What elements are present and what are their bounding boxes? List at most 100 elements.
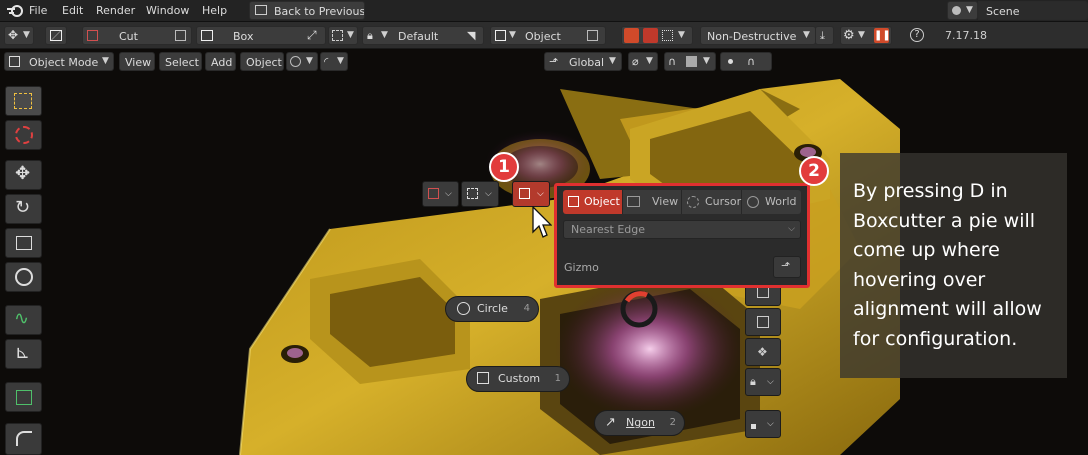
chevron-down-icon: ⌵ xyxy=(767,377,774,387)
default-behavior-dropdown[interactable]: 🔒︎ ▼ Default ◥ xyxy=(362,26,484,45)
scene-name-label: Scene xyxy=(986,5,1020,18)
snapping-toggle[interactable]: ▼ xyxy=(621,26,693,45)
add-cube-tool[interactable] xyxy=(5,382,42,412)
chevron-down-icon: ⌵ xyxy=(767,419,774,429)
chevron-down-icon: ▼ xyxy=(803,30,810,40)
snap-dropdown[interactable]: ∩ ▼ xyxy=(664,52,716,71)
boxcutter-tool-icon-button[interactable] xyxy=(45,26,67,45)
corner-icon xyxy=(757,316,769,328)
menu-file[interactable]: File xyxy=(29,0,47,21)
alignment-label: Object xyxy=(525,30,561,43)
measure-tool[interactable]: ⊾ xyxy=(5,339,42,369)
select-box-icon xyxy=(14,93,32,109)
pivot-dropdown[interactable]: ⌀ ▼ xyxy=(628,52,658,71)
object-align-icon xyxy=(495,30,506,41)
move-tool[interactable]: ✥ xyxy=(5,160,42,190)
menu-window[interactable]: Window xyxy=(146,0,189,21)
pencil-icon: ∿ xyxy=(14,308,30,329)
transform-orientation-dropdown[interactable]: ⬏ Global ▼ xyxy=(544,52,622,71)
select-box-tool[interactable] xyxy=(5,86,42,116)
transform-tool[interactable] xyxy=(5,262,42,292)
proportional-edit-dropdown[interactable]: ∩ xyxy=(720,52,772,71)
back-to-previous-button[interactable]: Back to Previous xyxy=(249,1,365,20)
help-icon[interactable]: ? xyxy=(910,28,924,42)
pie-right-option-2[interactable] xyxy=(745,308,781,336)
shape-dropdown[interactable]: Box ⤢ xyxy=(196,26,326,45)
settings-dropdown[interactable]: ⚙ ▼ ❚❚ xyxy=(840,26,892,45)
menu-help[interactable]: Help xyxy=(202,0,227,21)
top-menu-bar: File Edit Render Window Help Back to Pre… xyxy=(0,0,1088,22)
move-icon: ✥ xyxy=(15,163,31,184)
blender-logo-icon[interactable] xyxy=(6,3,24,18)
custom-label: Custom xyxy=(498,372,541,385)
curve-dropdown[interactable]: ◜ ▼ xyxy=(320,52,348,71)
scale-tool[interactable] xyxy=(5,228,42,258)
boxcutter-corner-icon xyxy=(16,431,32,446)
pie-custom-option[interactable]: Custom 1 xyxy=(466,366,570,392)
info-annotation-box: By pressing D in Boxcutter a pie will co… xyxy=(840,153,1067,378)
scene-selector-button[interactable]: ▼ xyxy=(947,1,978,20)
pie-alignment-button[interactable]: ⌵ xyxy=(512,181,550,207)
magnet-icon xyxy=(624,28,639,43)
cursor-icon xyxy=(15,126,33,144)
chevron-down-icon: ⌵ xyxy=(788,224,795,234)
menu-object-label: Object xyxy=(246,56,282,69)
globe-icon xyxy=(747,196,759,208)
callout-badge-1: 1 xyxy=(489,152,519,182)
menu-edit[interactable]: Edit xyxy=(62,0,83,21)
boxcutter-tool[interactable] xyxy=(5,423,42,455)
cut-mode-label: Cut xyxy=(119,30,138,43)
transform-icon xyxy=(15,268,33,286)
menu-render[interactable]: Render xyxy=(96,0,135,21)
object-mode-label: Object Mode xyxy=(29,56,99,69)
dot-square-icon xyxy=(751,424,756,429)
menu-object[interactable]: Object xyxy=(240,52,284,71)
grid-snap-icon xyxy=(643,28,658,43)
pie-circle-option[interactable]: Circle 4 xyxy=(445,296,539,322)
chevron-down-icon: ▼ xyxy=(703,56,710,66)
segment-world[interactable]: World xyxy=(742,190,801,214)
segment-cursor[interactable]: Cursor xyxy=(682,190,742,214)
gizmo-label: Gizmo xyxy=(564,261,599,274)
scene-name-field[interactable]: Scene xyxy=(978,1,1088,20)
cut-options-icon xyxy=(175,30,186,41)
ngon-shortcut: 2 xyxy=(669,417,676,428)
pie-right-option-3[interactable]: ❖ xyxy=(745,338,781,366)
lock-icon: 🔒︎ xyxy=(750,375,756,388)
axis-icon: ⬏ xyxy=(549,55,559,68)
gizmo-toggle-button[interactable]: ⬏ xyxy=(773,256,801,278)
segment-object[interactable]: Object xyxy=(563,190,623,214)
nearest-edge-dropdown[interactable]: Nearest Edge ⌵ xyxy=(563,220,801,239)
version-label: 7.17.18 xyxy=(945,29,987,42)
annotate-tool[interactable]: ∿ xyxy=(5,305,42,335)
apply-button[interactable]: ⤓ xyxy=(815,26,834,45)
alignment-dropdown[interactable]: ▼ Object xyxy=(490,26,606,45)
rotate-tool[interactable]: ↻ xyxy=(5,194,42,224)
pie-origin-button[interactable]: ⌵ xyxy=(461,181,499,207)
editor-type-button[interactable]: ✥ ▼ xyxy=(4,26,34,45)
boxcutter-icon xyxy=(50,30,62,41)
pie-cutmode-button[interactable]: ⌵ xyxy=(422,181,459,207)
segment-cursor-label: Cursor xyxy=(705,195,742,208)
menu-view[interactable]: View xyxy=(119,52,155,71)
nearest-edge-label: Nearest Edge xyxy=(571,223,646,236)
menu-add[interactable]: Add xyxy=(205,52,236,71)
mode-dropdown[interactable]: Non-Destructive ▼ xyxy=(700,26,816,45)
pie-ngon-option[interactable]: ↗ Ngon 2 xyxy=(594,410,685,436)
pie-bottom-dropdown[interactable]: ⌵ xyxy=(745,410,781,438)
overlay-dropdown[interactable]: ▼ xyxy=(286,52,318,71)
cut-mode-icon xyxy=(428,188,439,199)
cursor-tool[interactable] xyxy=(5,120,42,150)
origin-dropdown[interactable]: ▼ xyxy=(328,26,358,45)
object-mode-dropdown[interactable]: Object Mode ▼ xyxy=(4,52,114,71)
chevron-down-icon: ▼ xyxy=(858,30,865,40)
cut-mode-dropdown[interactable]: Cut xyxy=(82,26,192,45)
menu-select-label: Select xyxy=(165,56,199,69)
falloff-icon: ∩ xyxy=(747,55,756,68)
pie-lock-dropdown[interactable]: 🔒︎ ⌵ xyxy=(745,368,781,396)
object-align-icon xyxy=(519,188,530,199)
segment-view[interactable]: View xyxy=(623,190,682,214)
menu-select[interactable]: Select xyxy=(159,52,202,71)
cut-mode-icon xyxy=(87,30,98,41)
scatter-icon: ❖ xyxy=(757,345,768,359)
